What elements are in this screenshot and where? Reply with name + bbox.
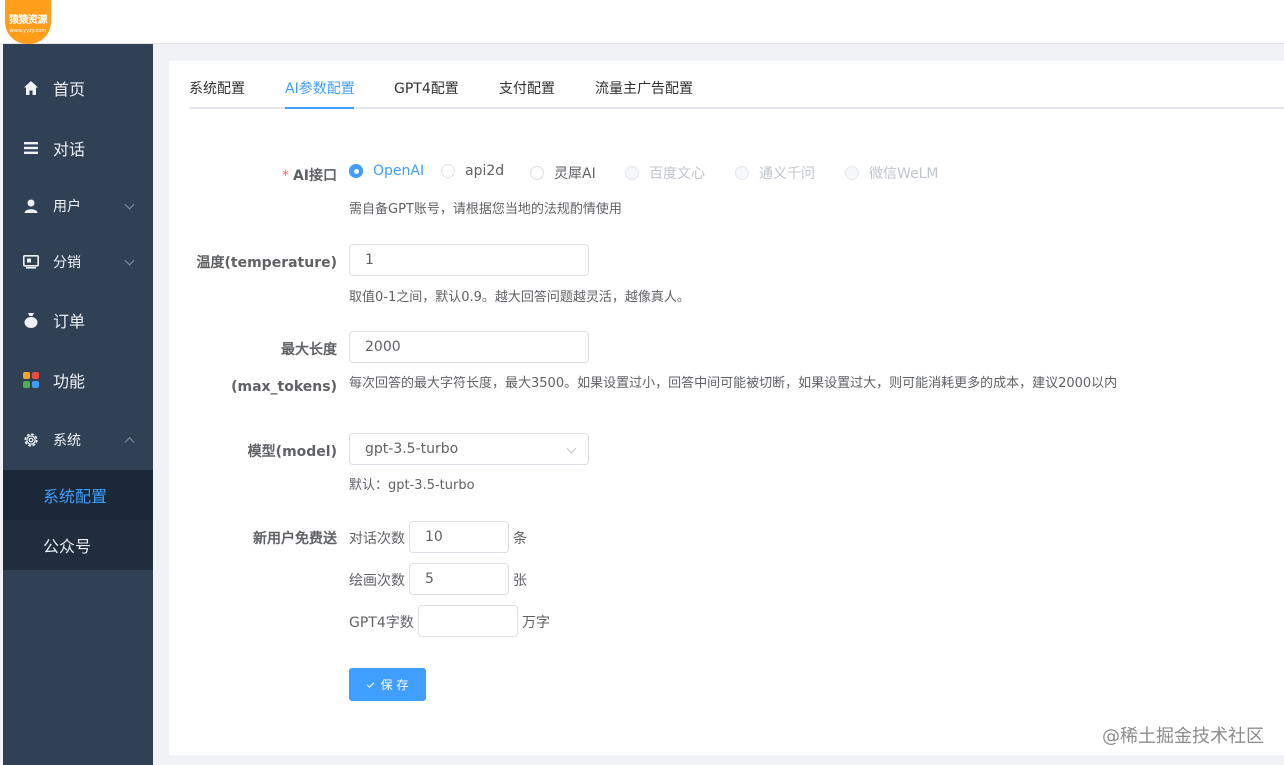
sidebar-item-label: 用户 [53,199,81,215]
check-icon [366,679,374,688]
logo[interactable]: 猿猿资源 www.yyzy.com [5,0,51,44]
gpt4-words-label: GPT4字数 [349,615,414,631]
temperature-input[interactable] [349,244,589,276]
money-bag-icon [23,312,39,328]
gpt4-words-unit: 万字 [522,615,550,631]
radio-dot [441,164,455,178]
sidebar-item-label: 功能 [53,372,86,391]
radio-label: 灵犀AI [554,166,596,182]
sidebar-item-label: 系统 [53,433,81,449]
save-button[interactable]: 保 存 [349,668,426,701]
home-icon [23,80,39,96]
radio-tongyi-qianwen[interactable]: 通义千问 [735,163,815,183]
system-submenu: 系统配置 公众号 [3,470,153,570]
draw-count-unit: 张 [513,573,527,589]
radio-baidu-wenxin[interactable]: 百度文心 [625,163,705,183]
chat-count-label: 对话次数 [349,531,405,547]
sidebar-item-features[interactable]: 功能 [3,350,153,410]
chevron-down-icon [124,199,135,210]
radio-label: 通义千问 [759,166,815,182]
required-mark: * [281,168,289,184]
logo-subtext: www.yyzy.com [9,27,47,34]
sidebar-item-home[interactable]: 首页 [3,58,153,118]
sidebar-item-users[interactable]: 用户 [3,178,153,234]
top-bar: 猿猿资源 www.yyzy.com [0,0,1284,44]
sidebar-subitem-official-account[interactable]: 公众号 [3,520,153,570]
watermark: @稀土掘金技术社区 [1102,726,1264,747]
chevron-up-icon [124,437,135,448]
chat-count-unit: 条 [513,531,527,547]
settings-tabs: 系统配置 AI参数配置 GPT4配置 支付配置 流量主广告配置 [189,61,1284,109]
gpt4-words-input[interactable] [418,605,518,637]
radio-label: api2d [465,163,505,179]
user-icon [23,198,39,214]
sidebar-item-system[interactable]: 系统 [3,410,153,470]
active-tab-indicator [285,107,354,109]
tab-payment-config[interactable]: 支付配置 [499,78,555,98]
temperature-help: 取值0-1之间，默认0.9。越大回答问题越灵活，越像真人。 [349,290,690,305]
ai-interface-help: 需自备GPT账号，请根据您当地的法规酌情使用 [349,202,622,217]
max-tokens-label: 最大长度 [281,342,337,358]
model-help: 默认：gpt-3.5-turbo [349,478,475,493]
radio-api2d[interactable]: api2d [441,163,504,179]
radio-dot [845,166,859,180]
menu-icon [23,140,39,156]
logo-ear-left [6,0,22,11]
draw-count-label: 绘画次数 [349,573,405,589]
logo-text: 猿猿资源 [9,14,48,26]
ai-interface-label: * AI接口 [282,165,337,185]
save-button-label: 保 存 [380,678,409,692]
tab-ad-config[interactable]: 流量主广告配置 [595,78,693,98]
sidebar-item-label: 分销 [53,255,81,271]
sidebar-item-label: 首页 [53,80,86,99]
settings-panel: 系统配置 AI参数配置 GPT4配置 支付配置 流量主广告配置 * AI接口 Op… [169,61,1284,755]
tab-ai-params[interactable]: AI参数配置 [285,78,355,98]
radio-label: 百度文心 [649,166,705,182]
radio-label: OpenAI [373,163,425,179]
max-tokens-label-sub: (max_tokens) [231,379,337,395]
radio-label: 微信WeLM [869,166,939,182]
radio-dot [735,166,749,180]
max-tokens-help: 每次回答的最大字符长度，最大3500。如果设置过小，回答中间可能被切断，如果设置… [349,376,1118,391]
radio-dot [530,166,544,180]
tab-system-config[interactable]: 系统配置 [189,78,245,98]
radio-dot [349,164,363,178]
draw-count-input[interactable] [409,563,509,595]
ai-interface-label-text: AI接口 [292,168,337,184]
model-select[interactable]: gpt-3.5-turbo [349,433,589,465]
sidebar-item-distribution[interactable]: 分销 [3,234,153,290]
chevron-down-icon [124,255,135,266]
radio-dot [625,166,639,180]
model-select-value: gpt-3.5-turbo [365,441,459,457]
chat-count-input[interactable] [409,521,509,553]
temperature-label: 温度(temperature) [196,255,338,271]
sidebar-item-orders[interactable]: 订单 [3,290,153,350]
distribution-icon [23,254,39,270]
sidebar-item-label: 对话 [53,140,86,159]
logo-ear-right [34,0,50,11]
radio-openai[interactable]: OpenAI [349,163,424,179]
gear-icon [23,432,39,448]
apps-icon [23,372,39,388]
tab-gpt4-config[interactable]: GPT4配置 [394,78,459,98]
max-tokens-input[interactable] [349,331,589,363]
sidebar: 首页 对话 用户 分销 订单 功能 系统 系统配置 公众号 [3,44,153,765]
sidebar-item-label: 订单 [53,312,86,331]
sidebar-subitem-system-config[interactable]: 系统配置 [3,470,153,520]
model-label: 模型(model) [247,444,337,460]
radio-wechat-welm[interactable]: 微信WeLM [845,163,939,183]
radio-lingxi-ai[interactable]: 灵犀AI [530,163,596,183]
free-gift-label: 新用户免费送 [253,531,337,547]
sidebar-item-chat[interactable]: 对话 [3,118,153,178]
